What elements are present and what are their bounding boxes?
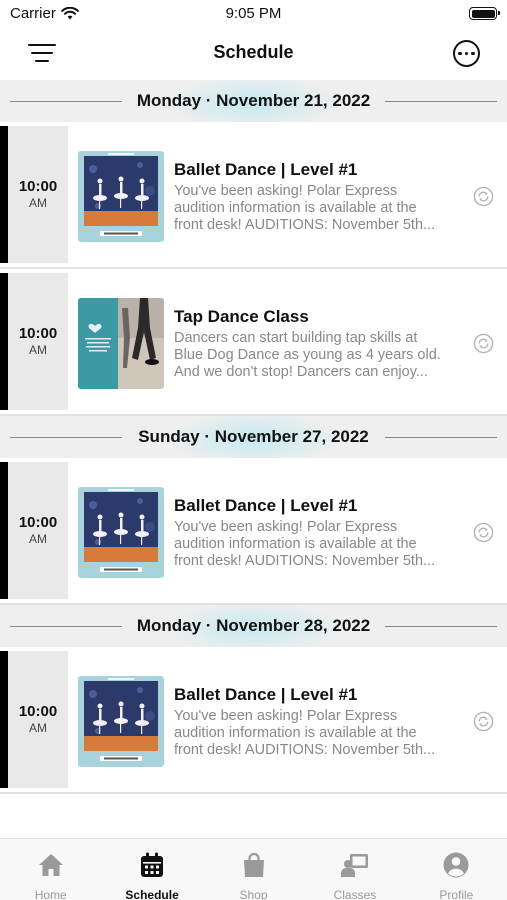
date-header: Monday · November 28, 2022 [0, 605, 507, 647]
event-description-line: front desk! AUDITIONS: November 5th... [174, 217, 436, 233]
tab-home[interactable]: Home [0, 839, 101, 900]
event-description-line: And we don't stop! Dancers can enjoy... [174, 364, 428, 380]
event-description-line: Dancers can start building tap skills at [174, 330, 418, 346]
event-description-line: front desk! AUDITIONS: November 5th... [174, 742, 436, 758]
event-row[interactable]: 10:00 AM Ballet Dance | Level #1 You've … [0, 458, 507, 605]
event-description: You've been asking! Polar Express auditio… [174, 183, 464, 234]
recurring-icon[interactable] [473, 186, 494, 207]
schedule-list[interactable]: Monday · November 21, 2022 10:00 AM Ball… [0, 80, 507, 838]
event-time-value: 10:00 [18, 325, 58, 342]
event-thumbnail [78, 487, 164, 578]
tab-classes[interactable]: Classes [304, 839, 405, 900]
date-header: Monday · November 21, 2022 [0, 80, 507, 122]
event-time-ampm: AM [29, 196, 47, 210]
event-description-line: You've been asking! Polar Express [174, 708, 398, 724]
date-label: Monday · November 21, 2022 [136, 91, 371, 110]
date-divider [385, 437, 497, 438]
tab-label: Shop [239, 888, 268, 900]
battery-icon [469, 7, 500, 20]
event-description-line: audition information is available at the [174, 536, 417, 552]
event-thumbnail [78, 151, 164, 242]
page-title: Schedule [213, 42, 294, 62]
date-label: Sunday · November 27, 2022 [138, 427, 369, 446]
tab-label: Classes [333, 888, 377, 900]
tab-label: Schedule [125, 888, 179, 900]
date-divider [385, 101, 497, 102]
event-time: 10:00 AM [8, 126, 68, 263]
event-description-line: audition information is available at the [174, 200, 417, 216]
event-time-ampm: AM [29, 721, 47, 735]
more-options-icon[interactable] [453, 40, 480, 67]
tab-bar: Home Schedule Shop Classes Profile [0, 838, 507, 900]
event-description: You've been asking! Polar Express auditio… [174, 708, 464, 759]
tab-label: Profile [439, 888, 474, 900]
event-title: Ballet Dance | Level #1 [174, 685, 358, 704]
event-row[interactable]: 10:00 AM Ballet Dance | Level #1 You've … [0, 647, 507, 794]
event-description-line: front desk! AUDITIONS: November 5th... [174, 553, 436, 569]
tab-profile[interactable]: Profile [406, 839, 507, 900]
event-title: Ballet Dance | Level #1 [174, 496, 358, 515]
event-description: Dancers can start building tap skills at… [174, 330, 464, 381]
date-divider [10, 626, 122, 627]
event-time-value: 10:00 [18, 178, 58, 195]
recurring-icon[interactable] [473, 333, 494, 354]
event-color-bar [0, 126, 8, 263]
event-title: Ballet Dance | Level #1 [174, 160, 358, 179]
status-time: 9:05 PM [225, 5, 282, 22]
event-description-line: Blue Dog Dance as young as 4 years old. [174, 347, 441, 363]
home-icon [36, 851, 66, 884]
shopping-bag-icon [239, 851, 269, 884]
recurring-icon[interactable] [473, 711, 494, 732]
event-time-ampm: AM [29, 343, 47, 357]
event-time: 10:00 AM [8, 273, 68, 410]
date-divider [10, 437, 122, 438]
event-thumbnail [78, 298, 164, 389]
event-time: 10:00 AM [8, 462, 68, 599]
event-time-value: 10:00 [18, 703, 58, 720]
profile-icon [441, 851, 471, 884]
tab-label: Home [34, 888, 67, 900]
date-label: Monday · November 28, 2022 [136, 616, 371, 635]
event-title: Tap Dance Class [174, 307, 309, 326]
event-time-ampm: AM [29, 532, 47, 546]
classes-icon [340, 851, 370, 884]
event-row[interactable]: 10:00 AM Ballet Dance | Level #1 You've … [0, 122, 507, 269]
event-color-bar [0, 273, 8, 410]
recurring-icon[interactable] [473, 522, 494, 543]
event-color-bar [0, 651, 8, 788]
calendar-icon [137, 851, 167, 884]
event-row[interactable]: 10:00 AM Tap Dance Class Dancers can sta… [0, 269, 507, 416]
event-time: 10:00 AM [8, 651, 68, 788]
event-thumbnail [78, 676, 164, 767]
event-time-value: 10:00 [18, 514, 58, 531]
event-description: You've been asking! Polar Express auditio… [174, 519, 464, 570]
date-divider [385, 626, 497, 627]
date-header: Sunday · November 27, 2022 [0, 416, 507, 458]
nav-bar: Schedule [0, 28, 507, 78]
date-divider [10, 101, 122, 102]
event-color-bar [0, 462, 8, 599]
event-description-line: You've been asking! Polar Express [174, 183, 398, 199]
status-bar: Carrier 9:05 PM [0, 0, 507, 28]
event-description-line: audition information is available at the [174, 725, 417, 741]
event-description-line: You've been asking! Polar Express [174, 519, 398, 535]
tab-shop[interactable]: Shop [203, 839, 304, 900]
tab-schedule[interactable]: Schedule [101, 839, 202, 900]
